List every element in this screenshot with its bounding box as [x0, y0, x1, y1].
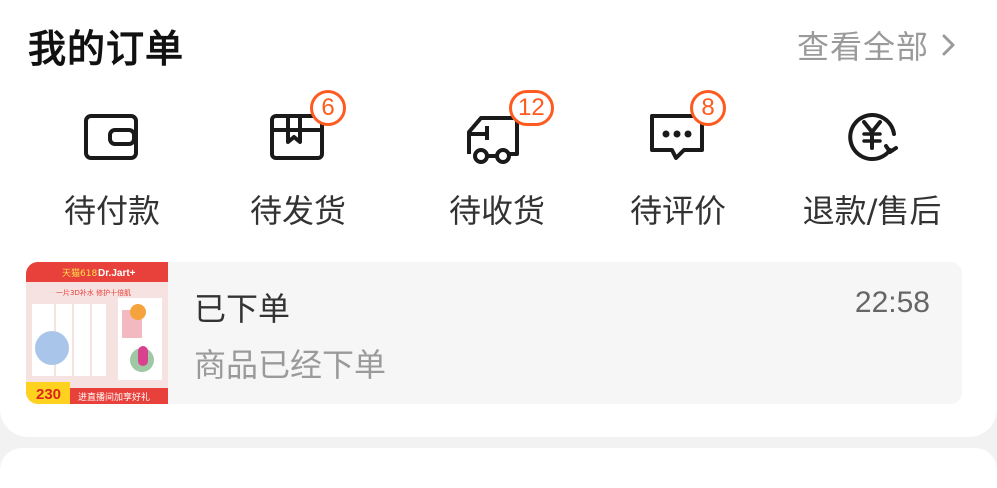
status-pending-receipt[interactable]: 12 待收货: [407, 90, 587, 236]
thumbnail-footer-text: 进直播间加享好礼: [78, 391, 150, 403]
refund-yen-icon: [840, 104, 904, 168]
order-count-badge: 6: [310, 90, 346, 126]
status-label: 待评价: [629, 192, 726, 230]
status-label: 待收货: [448, 192, 545, 230]
status-pending-shipment[interactable]: 6 待发货: [208, 90, 388, 236]
order-count-badge: 8: [690, 90, 726, 126]
status-refund-aftersale[interactable]: 退款/售后: [782, 96, 962, 236]
view-all-orders-link[interactable]: 查看全部: [797, 22, 961, 68]
thumbnail-price-text: 230: [36, 386, 61, 403]
order-count-badge: 12: [509, 90, 554, 126]
product-thumbnail: 天猫618 Dr.Jart+ 一片3D补水 修护十倍肌 230 进直播间加享好礼: [26, 262, 168, 404]
thumbnail-headline-text: 一片3D补水 修护十倍肌: [56, 288, 131, 297]
status-pending-review[interactable]: 8 待评价: [588, 90, 768, 236]
view-all-label: 查看全部: [796, 28, 929, 66]
status-label: 退款/售后: [802, 192, 942, 230]
order-status-row: 待付款 6 待发货 12 待收货 8 待评价 退款/售后: [0, 90, 997, 236]
thumbnail-event-text: 天猫618: [62, 267, 97, 279]
section-title: 我的订单: [28, 27, 185, 71]
wallet-icon: [80, 104, 144, 168]
status-pending-payment[interactable]: 待付款: [22, 96, 202, 236]
status-label: 待付款: [63, 192, 160, 230]
order-time: 22:58: [854, 286, 930, 319]
order-status-text: 已下单: [194, 290, 291, 328]
thumbnail-brand-text: Dr.Jart+: [98, 268, 136, 279]
chevron-right-icon: [942, 34, 955, 56]
status-label: 待发货: [249, 192, 346, 230]
my-orders-card: 我的订单 查看全部 待付款 6 待发货 12 待收货 8 待评价 退款/售后 天…: [0, 0, 997, 437]
order-description: 商品已经下单: [194, 346, 387, 384]
next-section-card: [0, 448, 997, 488]
latest-order-entry[interactable]: 天猫618 Dr.Jart+ 一片3D补水 修护十倍肌 230 进直播间加享好礼…: [26, 262, 962, 404]
